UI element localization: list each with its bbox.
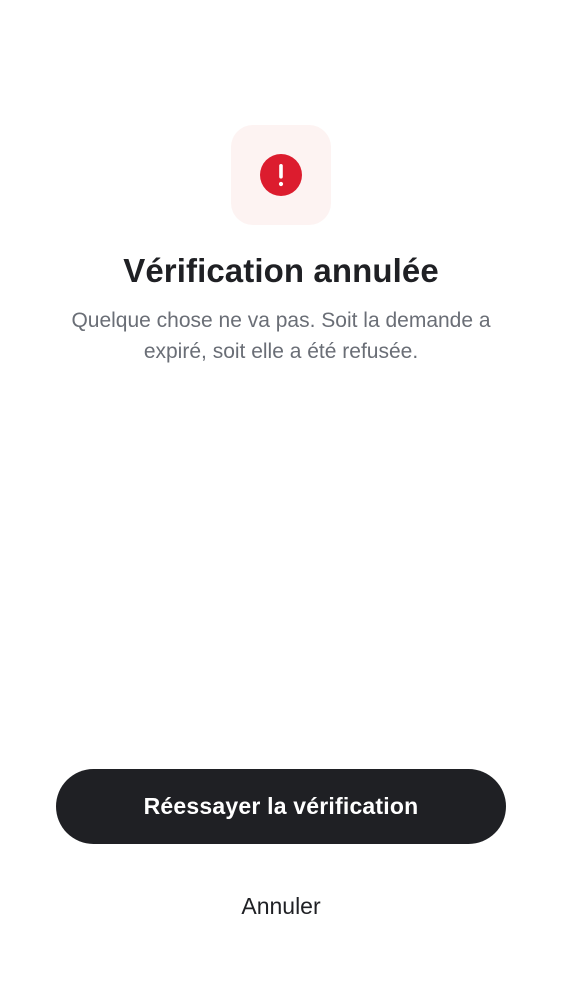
retry-verification-button[interactable]: Réessayer la vérification	[56, 769, 506, 844]
status-icon-tile	[231, 125, 331, 225]
verification-cancelled-screen: Vérification annulée Quelque chose ne va…	[0, 0, 562, 1000]
cancel-button[interactable]: Annuler	[181, 880, 381, 932]
page-title: Vérification annulée	[123, 252, 439, 289]
status-description: Quelque chose ne va pas. Soit la demande…	[71, 309, 491, 363]
alert-circle-icon	[260, 154, 302, 196]
